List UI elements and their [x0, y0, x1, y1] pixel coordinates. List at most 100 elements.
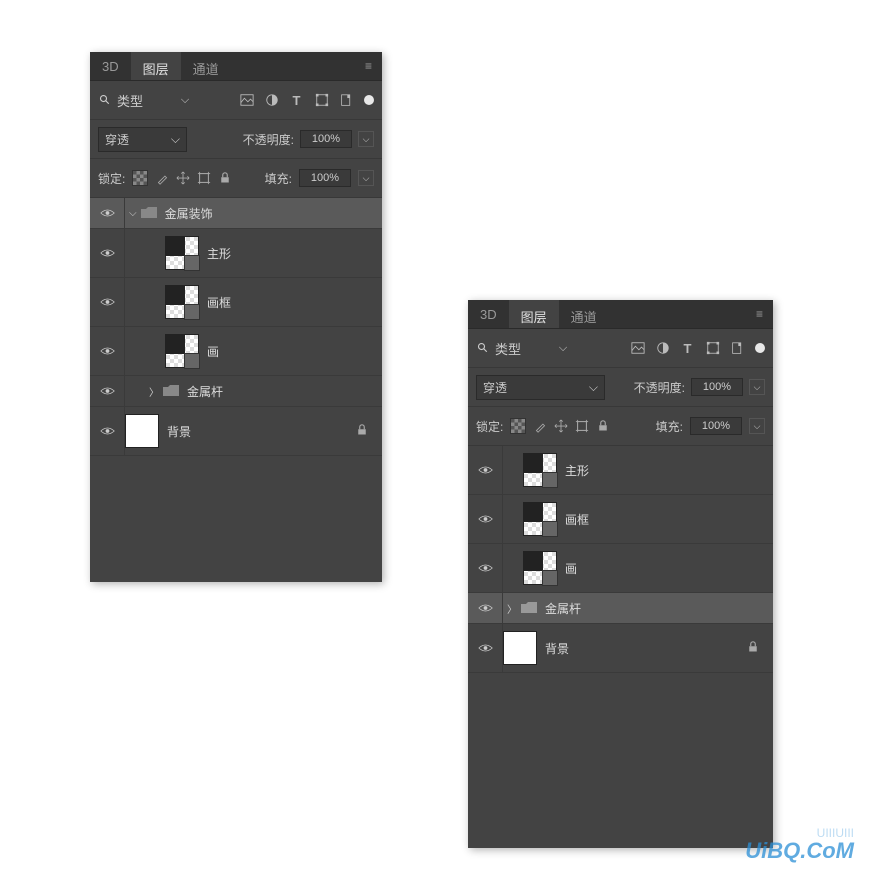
visibility-toggle[interactable] [90, 229, 125, 277]
layer-name[interactable]: 金属杆 [187, 383, 223, 400]
folder-icon [521, 602, 537, 615]
panel-menu-icon[interactable]: ≡ [355, 52, 382, 80]
layer-thumbnail [165, 236, 199, 270]
search-icon [476, 341, 490, 355]
layer-item[interactable]: 主形 [90, 229, 382, 278]
shape-filter-icon[interactable] [705, 341, 720, 356]
layer-item[interactable]: 主形 [468, 446, 773, 495]
layer-item[interactable]: 画框 [468, 495, 773, 544]
chevron-down-icon[interactable]: ⌵ [749, 379, 765, 395]
expand-arrow-icon[interactable]: ⌵ [125, 208, 141, 219]
folder-icon [163, 385, 179, 398]
layer-name[interactable]: 金属装饰 [165, 205, 213, 222]
filter-type-label[interactable]: 类型 [117, 91, 143, 110]
layer-item[interactable]: 画 [90, 327, 382, 376]
opacity-input[interactable]: 100% [300, 130, 352, 148]
layer-name[interactable]: 主形 [565, 462, 589, 479]
text-filter-icon[interactable]: T [680, 341, 695, 356]
fill-label: 填充: [265, 170, 292, 187]
visibility-toggle[interactable] [90, 327, 125, 375]
lock-all-icon[interactable] [218, 171, 232, 185]
filter-toggle-icon[interactable] [364, 95, 374, 105]
panel-tabs: 3D 图层 通道 ≡ [468, 300, 773, 329]
folder-icon [141, 207, 157, 220]
layer-group[interactable]: 〉 金属杆 [468, 593, 773, 624]
fill-input[interactable]: 100% [299, 169, 351, 187]
lock-brush-icon[interactable] [155, 171, 169, 185]
shape-filter-icon[interactable] [314, 93, 329, 108]
layer-item[interactable]: 画 [468, 544, 773, 593]
layer-name[interactable]: 背景 [545, 640, 569, 657]
visibility-toggle[interactable] [90, 376, 125, 406]
adjustment-filter-icon[interactable] [655, 341, 670, 356]
blend-mode-value: 穿透 [483, 379, 507, 396]
chevron-down-icon[interactable]: ⌵ [358, 131, 374, 147]
opacity-input[interactable]: 100% [691, 378, 743, 396]
tab-3d[interactable]: 3D [468, 300, 509, 328]
layer-name[interactable]: 画框 [565, 511, 589, 528]
chevron-down-icon[interactable]: ⌵ [556, 341, 570, 355]
visibility-toggle[interactable] [468, 495, 503, 543]
blend-mode-select[interactable]: 穿透 ⌵ [476, 375, 605, 400]
layer-name[interactable]: 背景 [167, 423, 191, 440]
blend-row: 穿透 ⌵ 不透明度: 100% ⌵ [468, 368, 773, 407]
panel-menu-icon[interactable]: ≡ [746, 300, 773, 328]
smartobject-filter-icon[interactable] [730, 341, 745, 356]
visibility-toggle[interactable] [90, 407, 125, 455]
blend-mode-value: 穿透 [105, 131, 129, 148]
chevron-down-icon[interactable]: ⌵ [749, 418, 765, 434]
filter-toggle-icon[interactable] [755, 343, 765, 353]
filter-row: 类型 ⌵ T [468, 329, 773, 368]
tab-channels[interactable]: 通道 [559, 300, 609, 328]
layer-name[interactable]: 金属杆 [545, 600, 581, 617]
layer-name[interactable]: 画框 [207, 294, 231, 311]
visibility-toggle[interactable] [468, 593, 503, 623]
lock-transparency-icon[interactable] [510, 418, 526, 434]
chevron-down-icon[interactable]: ⌵ [178, 93, 192, 107]
tab-layers[interactable]: 图层 [509, 300, 559, 328]
tab-3d[interactable]: 3D [90, 52, 131, 80]
lock-transparency-icon[interactable] [132, 170, 148, 186]
opacity-label: 不透明度: [634, 379, 685, 396]
layer-name[interactable]: 主形 [207, 245, 231, 262]
lock-label: 锁定: [98, 170, 125, 187]
layer-name[interactable]: 画 [565, 560, 577, 577]
chevron-down-icon[interactable]: ⌵ [358, 170, 374, 186]
filter-type-label[interactable]: 类型 [495, 339, 521, 358]
image-filter-icon[interactable] [630, 341, 645, 356]
layer-name[interactable]: 画 [207, 343, 219, 360]
visibility-toggle[interactable] [468, 446, 503, 494]
lock-artboard-icon[interactable] [575, 419, 589, 433]
layers-panel-1: 3D 图层 通道 ≡ 类型 ⌵ T 穿透⌵ 不透明度: 100% ⌵ 锁定: 填… [90, 52, 382, 582]
lock-brush-icon[interactable] [533, 419, 547, 433]
opacity-label: 不透明度: [243, 131, 294, 148]
smartobject-filter-icon[interactable] [339, 93, 354, 108]
chevron-down-icon: ⌵ [589, 380, 598, 395]
fill-input[interactable]: 100% [690, 417, 742, 435]
visibility-toggle[interactable] [90, 278, 125, 326]
blend-row: 穿透⌵ 不透明度: 100% ⌵ [90, 120, 382, 159]
tab-layers[interactable]: 图层 [131, 52, 181, 80]
collapse-arrow-icon[interactable]: 〉 [503, 601, 521, 616]
layer-item[interactable]: 背景 [468, 624, 773, 673]
visibility-toggle[interactable] [468, 544, 503, 592]
layer-group[interactable]: 〉 金属杆 [90, 376, 382, 407]
blend-mode-select[interactable]: 穿透⌵ [98, 127, 187, 152]
lock-move-icon[interactable] [554, 419, 568, 433]
lock-artboard-icon[interactable] [197, 171, 211, 185]
layer-thumbnail [523, 502, 557, 536]
text-filter-icon[interactable]: T [289, 93, 304, 108]
adjustment-filter-icon[interactable] [264, 93, 279, 108]
image-filter-icon[interactable] [239, 93, 254, 108]
layer-group[interactable]: ⌵ 金属装饰 [90, 198, 382, 229]
visibility-toggle[interactable] [90, 198, 125, 228]
layer-item[interactable]: 画框 [90, 278, 382, 327]
filter-row: 类型 ⌵ T [90, 81, 382, 120]
layer-thumbnail [503, 631, 537, 665]
lock-move-icon[interactable] [176, 171, 190, 185]
layer-item[interactable]: 背景 [90, 407, 382, 456]
lock-all-icon[interactable] [596, 419, 610, 433]
visibility-toggle[interactable] [468, 624, 503, 672]
collapse-arrow-icon[interactable]: 〉 [145, 384, 163, 399]
tab-channels[interactable]: 通道 [181, 52, 231, 80]
